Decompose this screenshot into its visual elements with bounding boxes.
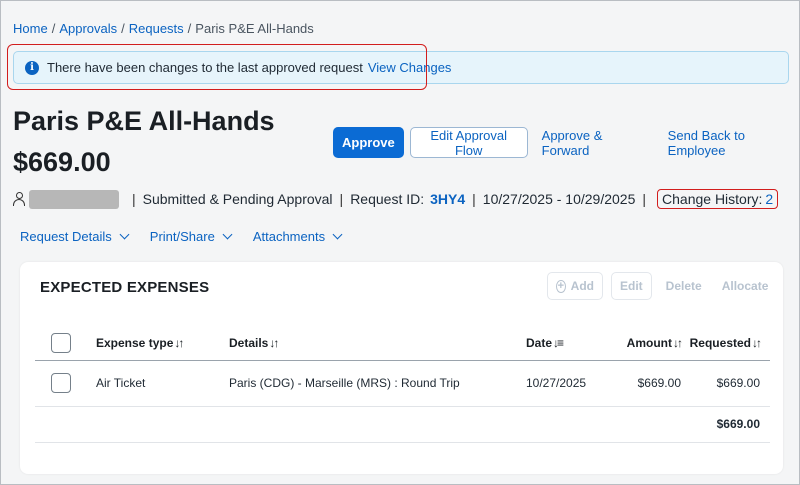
chevron-down-icon bbox=[332, 229, 343, 240]
tab-attachments[interactable]: Attachments bbox=[252, 229, 343, 244]
breadcrumb-requests[interactable]: Requests bbox=[129, 21, 184, 36]
select-all-checkbox[interactable] bbox=[51, 332, 71, 353]
request-tabs: Request Details Print/Share Attachments bbox=[20, 229, 363, 244]
column-label: Date bbox=[526, 335, 553, 350]
expenses-toolbar: + Add Edit Delete Allocate bbox=[547, 272, 768, 300]
request-id-label: Request ID: bbox=[350, 191, 425, 207]
sort-descending-icon: ↓≡ bbox=[553, 335, 564, 350]
total-row: $669.00 bbox=[35, 406, 770, 443]
status-text: Submitted & Pending Approval bbox=[142, 191, 333, 207]
cell-details: Paris (CDG) - Marseille (MRS) : Round Tr… bbox=[229, 360, 526, 407]
request-id-link[interactable]: 3HY4 bbox=[430, 191, 465, 207]
select-all-cell bbox=[35, 326, 96, 361]
breadcrumb-separator: / bbox=[187, 21, 192, 36]
approve-forward-button[interactable]: Approve & Forward bbox=[542, 128, 648, 158]
tab-request-details[interactable]: Request Details bbox=[20, 229, 130, 244]
breadcrumb-home[interactable]: Home bbox=[13, 21, 48, 36]
change-history-label: Change History: bbox=[662, 191, 763, 207]
sort-icon: ↓↑ bbox=[752, 335, 762, 350]
redacted-employee-name bbox=[29, 189, 119, 209]
divider: | bbox=[472, 191, 476, 207]
breadcrumb-separator: / bbox=[121, 21, 125, 36]
breadcrumb: Home / Approvals / Requests / Paris P&E All-Ha… bbox=[13, 21, 314, 36]
request-dates: 10/27/2025 - 10/29/2025 bbox=[482, 191, 636, 207]
request-meta: | Submitted & Pending Approval | Request… bbox=[13, 187, 779, 211]
sort-icon: ↓↑ bbox=[174, 335, 184, 350]
sort-icon: ↓↑ bbox=[673, 335, 683, 350]
table-row[interactable]: Air Ticket Paris (CDG) - Marseille (MRS)… bbox=[35, 360, 770, 407]
action-bar: Approve Edit Approval Flow Approve & For… bbox=[333, 127, 799, 158]
column-label: Requested bbox=[689, 335, 751, 350]
breadcrumb-current: Paris P&E All-Hands bbox=[195, 21, 314, 36]
row-select-cell bbox=[35, 360, 96, 407]
cell-amount: $669.00 bbox=[601, 360, 681, 407]
tab-print-share[interactable]: Print/Share bbox=[149, 229, 233, 244]
change-history-count-link[interactable]: 2 bbox=[765, 191, 773, 207]
breadcrumb-approvals[interactable]: Approvals bbox=[59, 21, 117, 36]
column-label: Amount bbox=[626, 335, 672, 350]
column-date[interactable]: Date↓≡ bbox=[526, 326, 601, 361]
chevron-down-icon bbox=[119, 229, 130, 240]
tab-label: Print/Share bbox=[149, 229, 215, 244]
column-label: Details bbox=[229, 335, 269, 350]
expenses-table: Expense type↓↑ Details↓↑ Date↓≡ Amount↓↑… bbox=[35, 326, 770, 443]
edit-approval-flow-button[interactable]: Edit Approval Flow bbox=[409, 127, 528, 158]
page-title: Paris P&E All-Hands bbox=[13, 106, 275, 136]
request-amount: $669.00 bbox=[13, 147, 111, 177]
plus-icon: + bbox=[556, 279, 566, 293]
tab-label: Attachments bbox=[252, 229, 326, 244]
divider: | bbox=[642, 191, 647, 207]
allocate-button[interactable]: Allocate bbox=[722, 279, 769, 293]
cell-date: 10/27/2025 bbox=[526, 360, 601, 407]
send-back-button[interactable]: Send Back to Employee bbox=[668, 128, 799, 158]
column-label: Expense type bbox=[96, 335, 174, 350]
expected-expenses-card: EXPECTED EXPENSES + Add Edit Delete Alloc… bbox=[20, 262, 783, 474]
table-header-row: Expense type↓↑ Details↓↑ Date↓≡ Amount↓↑… bbox=[35, 326, 770, 361]
change-history: Change History: 2 bbox=[657, 189, 779, 209]
breadcrumb-separator: / bbox=[51, 21, 56, 36]
user-icon bbox=[13, 192, 25, 206]
column-requested[interactable]: Requested↓↑ bbox=[681, 326, 770, 361]
alert-highlight-outline bbox=[7, 44, 427, 90]
tab-label: Request Details bbox=[20, 229, 112, 244]
sort-icon: ↓↑ bbox=[269, 335, 279, 350]
approve-button[interactable]: Approve bbox=[333, 127, 404, 158]
add-button[interactable]: + Add bbox=[547, 272, 603, 300]
column-expense-type[interactable]: Expense type↓↑ bbox=[96, 326, 229, 361]
divider: | bbox=[132, 191, 136, 207]
row-checkbox[interactable] bbox=[51, 373, 71, 393]
cell-requested: $669.00 bbox=[681, 360, 770, 407]
chevron-down-icon bbox=[222, 229, 233, 240]
section-title: EXPECTED EXPENSES bbox=[40, 279, 210, 296]
column-amount[interactable]: Amount↓↑ bbox=[601, 326, 683, 361]
delete-button[interactable]: Delete bbox=[666, 279, 702, 293]
cell-expense-type: Air Ticket bbox=[96, 360, 229, 407]
add-label: Add bbox=[570, 279, 594, 293]
divider: | bbox=[339, 191, 344, 207]
column-details[interactable]: Details↓↑ bbox=[229, 326, 526, 361]
total-requested: $669.00 bbox=[681, 406, 770, 443]
edit-button[interactable]: Edit bbox=[611, 272, 652, 300]
